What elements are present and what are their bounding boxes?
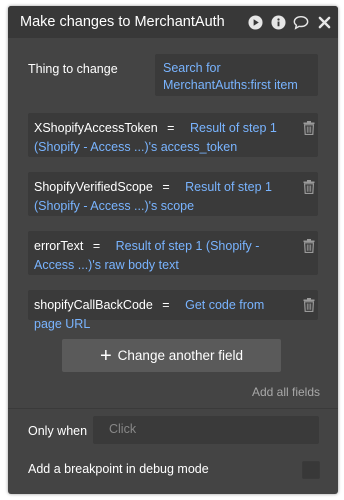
- add-all-fields-link[interactable]: Add all fields: [252, 385, 320, 399]
- field-equals: =: [167, 121, 175, 135]
- panel-title: Make changes to MerchantAuth: [20, 14, 225, 30]
- property-editor-panel: Make changes to MerchantAuth Thing to ch…: [8, 6, 338, 494]
- field-equals: =: [92, 239, 101, 253]
- field-row-errortext[interactable]: errorText = Result of step 1 (Shopify - …: [28, 231, 318, 275]
- change-another-field-label: Change another field: [117, 348, 244, 363]
- change-another-field-button[interactable]: + Change another field: [62, 339, 281, 372]
- thing-to-change-expression[interactable]: Search for MerchantAuths:first item: [155, 54, 318, 96]
- field-equals: =: [162, 180, 170, 194]
- thing-to-change-value: Search for MerchantAuths:first item: [163, 61, 298, 92]
- play-icon[interactable]: [247, 14, 263, 30]
- close-icon[interactable]: [316, 14, 332, 30]
- only-when-label: Only when: [28, 424, 88, 438]
- field-equals: =: [162, 298, 170, 312]
- section-divider: [8, 408, 338, 409]
- panel-titlebar: Make changes to MerchantAuth: [8, 6, 338, 38]
- trash-icon[interactable]: [303, 298, 315, 313]
- trash-icon[interactable]: [303, 121, 315, 136]
- trash-icon[interactable]: [303, 239, 315, 254]
- thing-to-change-label: Thing to change: [28, 62, 118, 76]
- trash-icon[interactable]: [303, 180, 315, 195]
- field-key: ShopifyVerifiedScope: [34, 180, 153, 194]
- field-row-shopifycallbackcode[interactable]: shopifyCallBackCode = Get code from page…: [28, 290, 318, 331]
- plus-icon: +: [99, 344, 112, 367]
- only-when-placeholder: Click: [109, 422, 137, 436]
- field-key: XShopifyAccessToken: [34, 121, 158, 135]
- info-icon[interactable]: [270, 14, 286, 30]
- field-key: errorText: [34, 239, 84, 253]
- field-row-xshopifyaccesstoken[interactable]: XShopifyAccessToken = Result of step 1 (…: [28, 113, 318, 157]
- breakpoint-checkbox[interactable]: [302, 461, 320, 479]
- breakpoint-label: Add a breakpoint in debug mode: [28, 462, 209, 476]
- field-row-shopifyverifiedscope[interactable]: ShopifyVerifiedScope = Result of step 1 …: [28, 172, 318, 216]
- only-when-expression[interactable]: Click: [93, 416, 319, 444]
- field-key: shopifyCallBackCode: [34, 298, 153, 312]
- comment-icon[interactable]: [293, 14, 309, 30]
